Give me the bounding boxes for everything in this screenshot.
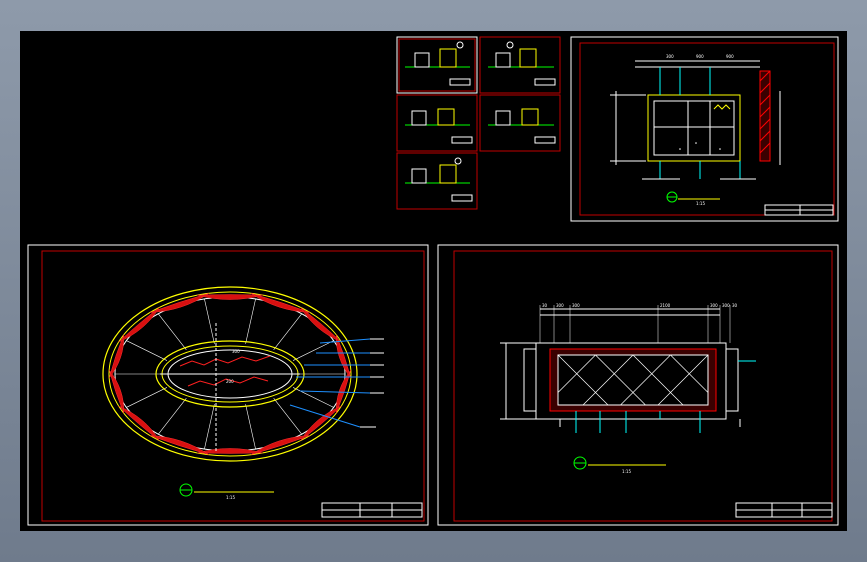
cad-drawing-canvas[interactable]: 300 900 900 1:15 300 200 1:15 30 300 300… [20,31,847,531]
thumb-sheet-4[interactable] [479,94,561,152]
ceiling-ellipse-drawing: 300 200 [102,286,384,462]
radial-rib [126,340,168,361]
ceiling-title: 1:15 [179,483,274,500]
radial-rib [245,298,256,344]
elevation-title-block [764,204,834,216]
floor-dim-label: 300 [722,303,730,308]
radial-rib [158,398,187,435]
elevation-drawing: 300 900 900 [610,54,781,180]
red-scallop [250,435,311,455]
radial-rib [158,313,187,350]
radial-rib [273,398,302,435]
floor-title-block [735,502,833,518]
elev-dim-3: 900 [726,54,734,59]
ceiling-dim-center2: 200 [226,379,234,384]
red-scallop [149,435,210,455]
floor-scale: 1:15 [622,469,631,474]
radial-rib [204,298,215,344]
floor-dim-label: 30 [542,303,548,308]
radial-rib [292,387,334,408]
radial-rib [273,313,302,350]
thumb-sheet-5[interactable] [396,152,478,210]
thumb-sheet-2[interactable] [479,36,561,94]
ceiling-dim-center: 300 [232,349,240,354]
ceiling-scale: 1:15 [226,495,235,500]
floor-dim-label: 300 [710,303,718,308]
thumb-sheet-3[interactable] [396,94,478,152]
floor-dim-label: 300 [556,303,564,308]
floor-dim-label: 300 [572,303,580,308]
radial-rib [292,340,334,361]
elevation-sheet[interactable]: 300 900 900 1:15 [570,36,839,222]
thumb-sheet-1[interactable] [396,36,478,94]
floor-plan-drawing: 30 300 300 2100 300 300 30 [500,303,756,433]
elevation-title: 1:15 [666,191,720,206]
radial-rib [126,387,168,408]
thumbnail-sheets [396,36,561,210]
radial-rib [245,404,256,450]
ceiling-plan-sheet[interactable]: 300 200 1:15 [27,244,429,526]
floor-dim-label: 2100 [660,303,671,308]
elev-dim-1: 300 [666,54,674,59]
radial-rib [204,404,215,450]
ceiling-title-block [321,502,423,518]
floor-dim-label: 30 [732,303,738,308]
floor-title: 1:15 [573,456,666,474]
elev-dim-2: 900 [696,54,704,59]
elevation-scale: 1:15 [696,201,705,206]
red-scallop [149,293,210,313]
cad-drawing: 300 900 900 1:15 300 200 1:15 30 300 300… [27,36,839,526]
floor-plan-sheet[interactable]: 30 300 300 2100 300 300 30 1:15 [437,244,839,526]
red-scallop [250,293,311,313]
